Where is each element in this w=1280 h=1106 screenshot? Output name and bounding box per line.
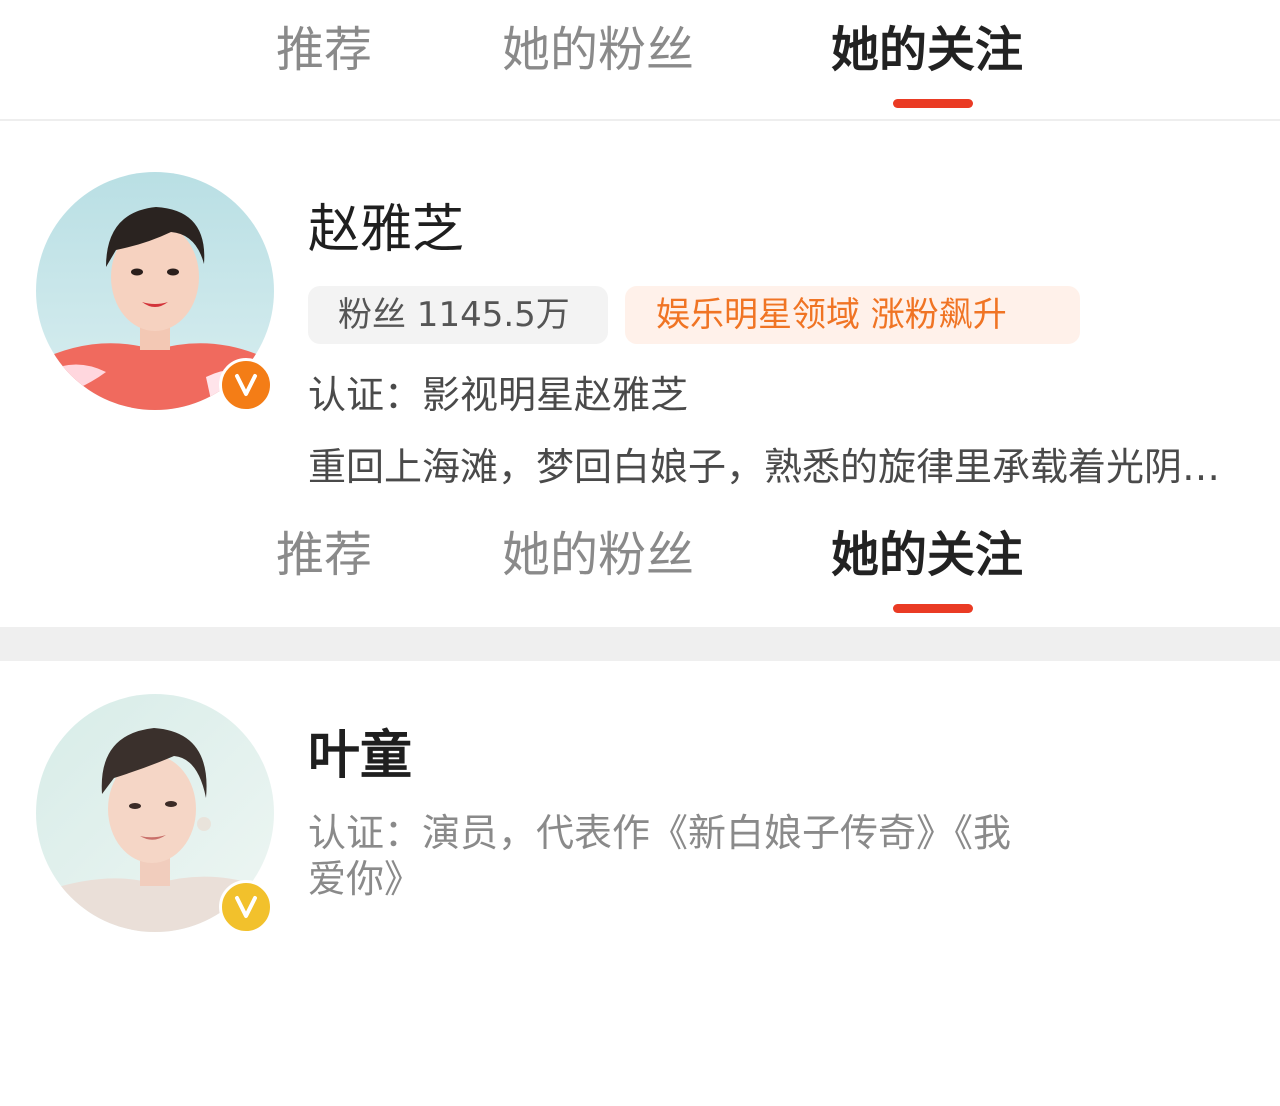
user-name[interactable]: 叶童 — [308, 724, 412, 788]
tab-her-following[interactable]: 她的关注 — [831, 20, 1023, 80]
tab-her-fans[interactable]: 她的粉丝 — [502, 525, 694, 585]
tab-bar-secondary: 推荐 她的粉丝 她的关注 — [0, 505, 1280, 625]
tab-recommend[interactable]: 推荐 — [276, 525, 372, 585]
user-bio: 重回上海滩，梦回白娘子，熟悉的旋律里承载着光阴的回忆 — [308, 445, 1258, 489]
verified-v-icon — [219, 880, 273, 934]
user-card[interactable]: 叶童 认证：演员，代表作《新白娘子传奇》《我爱你》 — [0, 692, 1280, 952]
divider — [0, 119, 1280, 121]
trending-domain-tag[interactable]: 娱乐明星领域 涨粉飙升 — [625, 286, 1080, 344]
tab-her-following[interactable]: 她的关注 — [831, 525, 1023, 585]
section-separator — [0, 627, 1280, 661]
user-card[interactable]: 赵雅芝 粉丝 1145.5万 娱乐明星领域 涨粉飙升 认证：影视明星赵雅芝 重回… — [0, 170, 1280, 500]
user-name[interactable]: 赵雅芝 — [308, 198, 464, 262]
fans-count-badge: 粉丝 1145.5万 — [308, 286, 608, 344]
tab-bar-top: 推荐 她的粉丝 她的关注 — [0, 0, 1280, 121]
active-tab-indicator — [893, 99, 973, 108]
verification-text: 认证：影视明星赵雅芝 — [308, 373, 689, 417]
tab-her-fans[interactable]: 她的粉丝 — [502, 20, 694, 80]
active-tab-indicator — [893, 604, 973, 613]
verification-text: 认证：演员，代表作《新白娘子传奇》《我爱你》 — [308, 811, 1012, 901]
verified-v-icon — [219, 358, 273, 412]
tab-recommend[interactable]: 推荐 — [276, 20, 372, 80]
